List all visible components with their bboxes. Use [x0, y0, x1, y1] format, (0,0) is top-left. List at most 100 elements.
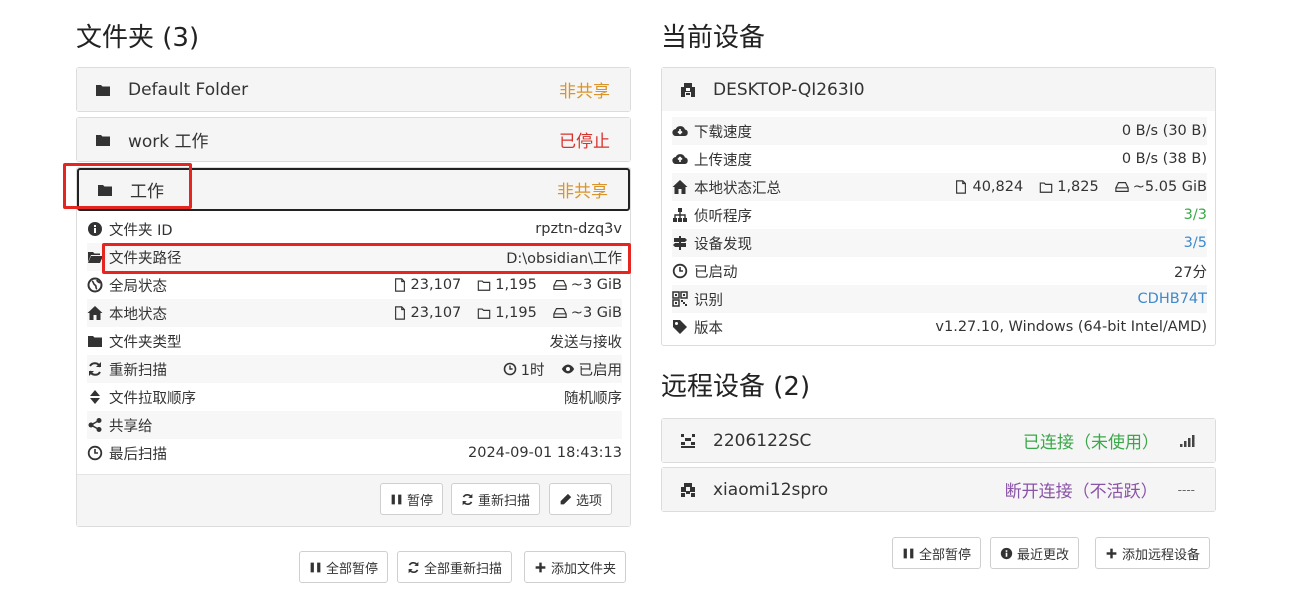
- hdd-icon: [553, 306, 567, 320]
- folder-icon: [95, 132, 111, 148]
- detail-shared-with: 共享给: [87, 411, 622, 439]
- home-icon: [672, 179, 688, 195]
- folder-outline-icon: [477, 306, 491, 320]
- rescan-button[interactable]: 重新扫描: [451, 483, 541, 515]
- device-identicon: [680, 482, 696, 498]
- device-details: 下载速度 0 B/s (30 B) 上传速度 0 B/s (38 B) 本地状态…: [662, 111, 1215, 347]
- this-device-heading: 当前设备: [661, 23, 766, 53]
- folder-icon: [95, 82, 111, 98]
- file-icon: [954, 180, 968, 194]
- folder-status: 非共享: [559, 82, 610, 102]
- rescan-all-button[interactable]: 全部重新扫描: [397, 551, 513, 583]
- folder-outline-icon: [477, 278, 491, 292]
- detail-folder-id: 文件夹 ID rpztn-dzq3v: [87, 215, 622, 243]
- info-icon: [87, 221, 103, 237]
- folder-open-icon: [87, 249, 103, 265]
- folder-panel-gongzuo[interactable]: 工作 非共享 文件夹 ID rpztn-dzq3v 文件夹路径 D:\obsid…: [76, 167, 631, 527]
- remote-device-status: 已连接（未使用）: [1023, 433, 1159, 453]
- detail-folder-path: 文件夹路径 D:\obsidian\工作: [87, 243, 622, 271]
- file-icon: [393, 306, 407, 320]
- folders-heading: 文件夹 (3): [76, 23, 200, 53]
- detail-local-state: 本地状态 23,107 1,195 ~3 GiB: [87, 299, 622, 327]
- cloud-download-icon: [672, 123, 688, 139]
- remote-device-status: 断开连接（不活跃）: [1004, 482, 1158, 502]
- file-icon: [393, 278, 407, 292]
- home-icon: [87, 305, 103, 321]
- pause-button[interactable]: 暂停: [380, 483, 444, 515]
- pause-all-button[interactable]: 全部暂停: [299, 551, 389, 583]
- device-header[interactable]: DESKTOP-QI263I0: [662, 68, 1215, 111]
- folder-details: 文件夹 ID rpztn-dzq3v 文件夹路径 D:\obsidian\工作 …: [77, 211, 630, 473]
- clock-icon: [503, 362, 517, 376]
- info-icon: [1000, 547, 1013, 560]
- qrcode-icon: [672, 291, 688, 307]
- pencil-icon: [559, 493, 572, 506]
- recent-changes-button[interactable]: 最近更改: [990, 537, 1080, 569]
- folder-outline-icon: [1039, 180, 1053, 194]
- detail-pull-order: 文件拉取顺序 随机顺序: [87, 383, 622, 411]
- detail-listeners: 侦听程序 3/3: [672, 201, 1207, 229]
- detail-version: 版本 v1.27.10, Windows (64-bit Intel/AMD): [672, 313, 1207, 341]
- listeners-link[interactable]: 3/3: [1184, 207, 1207, 223]
- folder-name: Default Folder: [128, 79, 249, 100]
- device-id-link[interactable]: CDHB74T: [1138, 291, 1207, 307]
- eye-icon: [561, 362, 575, 376]
- folder-name: 工作: [130, 182, 164, 202]
- cloud-upload-icon: [672, 151, 688, 167]
- signpost-icon: [672, 235, 688, 251]
- remote-device-panel-2[interactable]: xiaomi12spro 断开连接（不活跃） ----: [661, 467, 1216, 512]
- refresh-icon: [87, 361, 103, 377]
- folder-header[interactable]: Default Folder 非共享: [77, 68, 630, 111]
- add-folder-button[interactable]: 添加文件夹: [524, 551, 627, 583]
- signal-icon: [1179, 433, 1195, 449]
- remote-devices-heading: 远程设备 (2): [661, 372, 811, 402]
- detail-uptime: 已启动 27分: [672, 257, 1207, 285]
- pause-icon: [309, 561, 322, 574]
- pause-icon: [902, 547, 915, 560]
- refresh-icon: [461, 493, 474, 506]
- folder-panel-default[interactable]: Default Folder 非共享: [76, 67, 631, 112]
- detail-folder-type: 文件夹类型 发送与接收: [87, 327, 622, 355]
- sitemap-icon: [672, 207, 688, 223]
- signal-placeholder: ----: [1177, 482, 1195, 497]
- this-device-panel[interactable]: DESKTOP-QI263I0 下载速度 0 B/s (30 B) 上传速度 0…: [661, 67, 1216, 346]
- pause-all-devices-button[interactable]: 全部暂停: [892, 537, 982, 569]
- desktop-identicon: [680, 82, 696, 98]
- sort-icon: [87, 389, 103, 405]
- folder-status: 非共享: [557, 182, 608, 202]
- add-remote-device-button[interactable]: 添加远程设备: [1095, 537, 1211, 569]
- folder-icon: [87, 333, 103, 349]
- clock-icon: [672, 263, 688, 279]
- device-identicon: [680, 433, 696, 449]
- detail-last-scan: 最后扫描 2024-09-01 18:43:13: [87, 439, 622, 467]
- folder-footer: [77, 474, 630, 526]
- options-button[interactable]: 选项: [549, 483, 613, 515]
- share-icon: [87, 417, 103, 433]
- discovery-link[interactable]: 3/5: [1184, 235, 1207, 251]
- clock-icon: [87, 445, 103, 461]
- tag-icon: [672, 319, 688, 335]
- remote-device-header[interactable]: xiaomi12spro 断开连接（不活跃） ----: [662, 468, 1215, 511]
- detail-discovery: 设备发现 3/5: [672, 229, 1207, 257]
- detail-upload-rate: 上传速度 0 B/s (38 B): [672, 145, 1207, 173]
- remote-device-name: 2206122SC: [713, 430, 812, 451]
- pause-icon: [390, 493, 403, 506]
- detail-local-summary: 本地状态汇总 40,824 1,825 ~5.05 GiB: [672, 173, 1207, 201]
- hdd-icon: [1115, 180, 1129, 194]
- plus-icon: [534, 561, 547, 574]
- remote-device-panel-1[interactable]: 2206122SC 已连接（未使用）: [661, 418, 1216, 463]
- folder-icon: [97, 182, 113, 198]
- folder-header[interactable]: 工作 非共享: [77, 168, 630, 211]
- detail-global-state: 全局状态 23,107 1,195 ~3 GiB: [87, 271, 622, 299]
- folder-header[interactable]: work 工作 已停止: [77, 118, 630, 161]
- folder-panel-work[interactable]: work 工作 已停止: [76, 117, 631, 162]
- device-name: DESKTOP-QI263I0: [713, 79, 865, 100]
- detail-identification: 识别 CDHB74T: [672, 285, 1207, 313]
- remote-device-header[interactable]: 2206122SC 已连接（未使用）: [662, 419, 1215, 462]
- detail-download-rate: 下载速度 0 B/s (30 B): [672, 117, 1207, 145]
- hdd-icon: [553, 278, 567, 292]
- refresh-icon: [407, 561, 420, 574]
- folder-name: work 工作: [128, 132, 209, 152]
- remote-device-name: xiaomi12spro: [713, 479, 829, 500]
- detail-rescan: 重新扫描 1时 已启用: [87, 355, 622, 383]
